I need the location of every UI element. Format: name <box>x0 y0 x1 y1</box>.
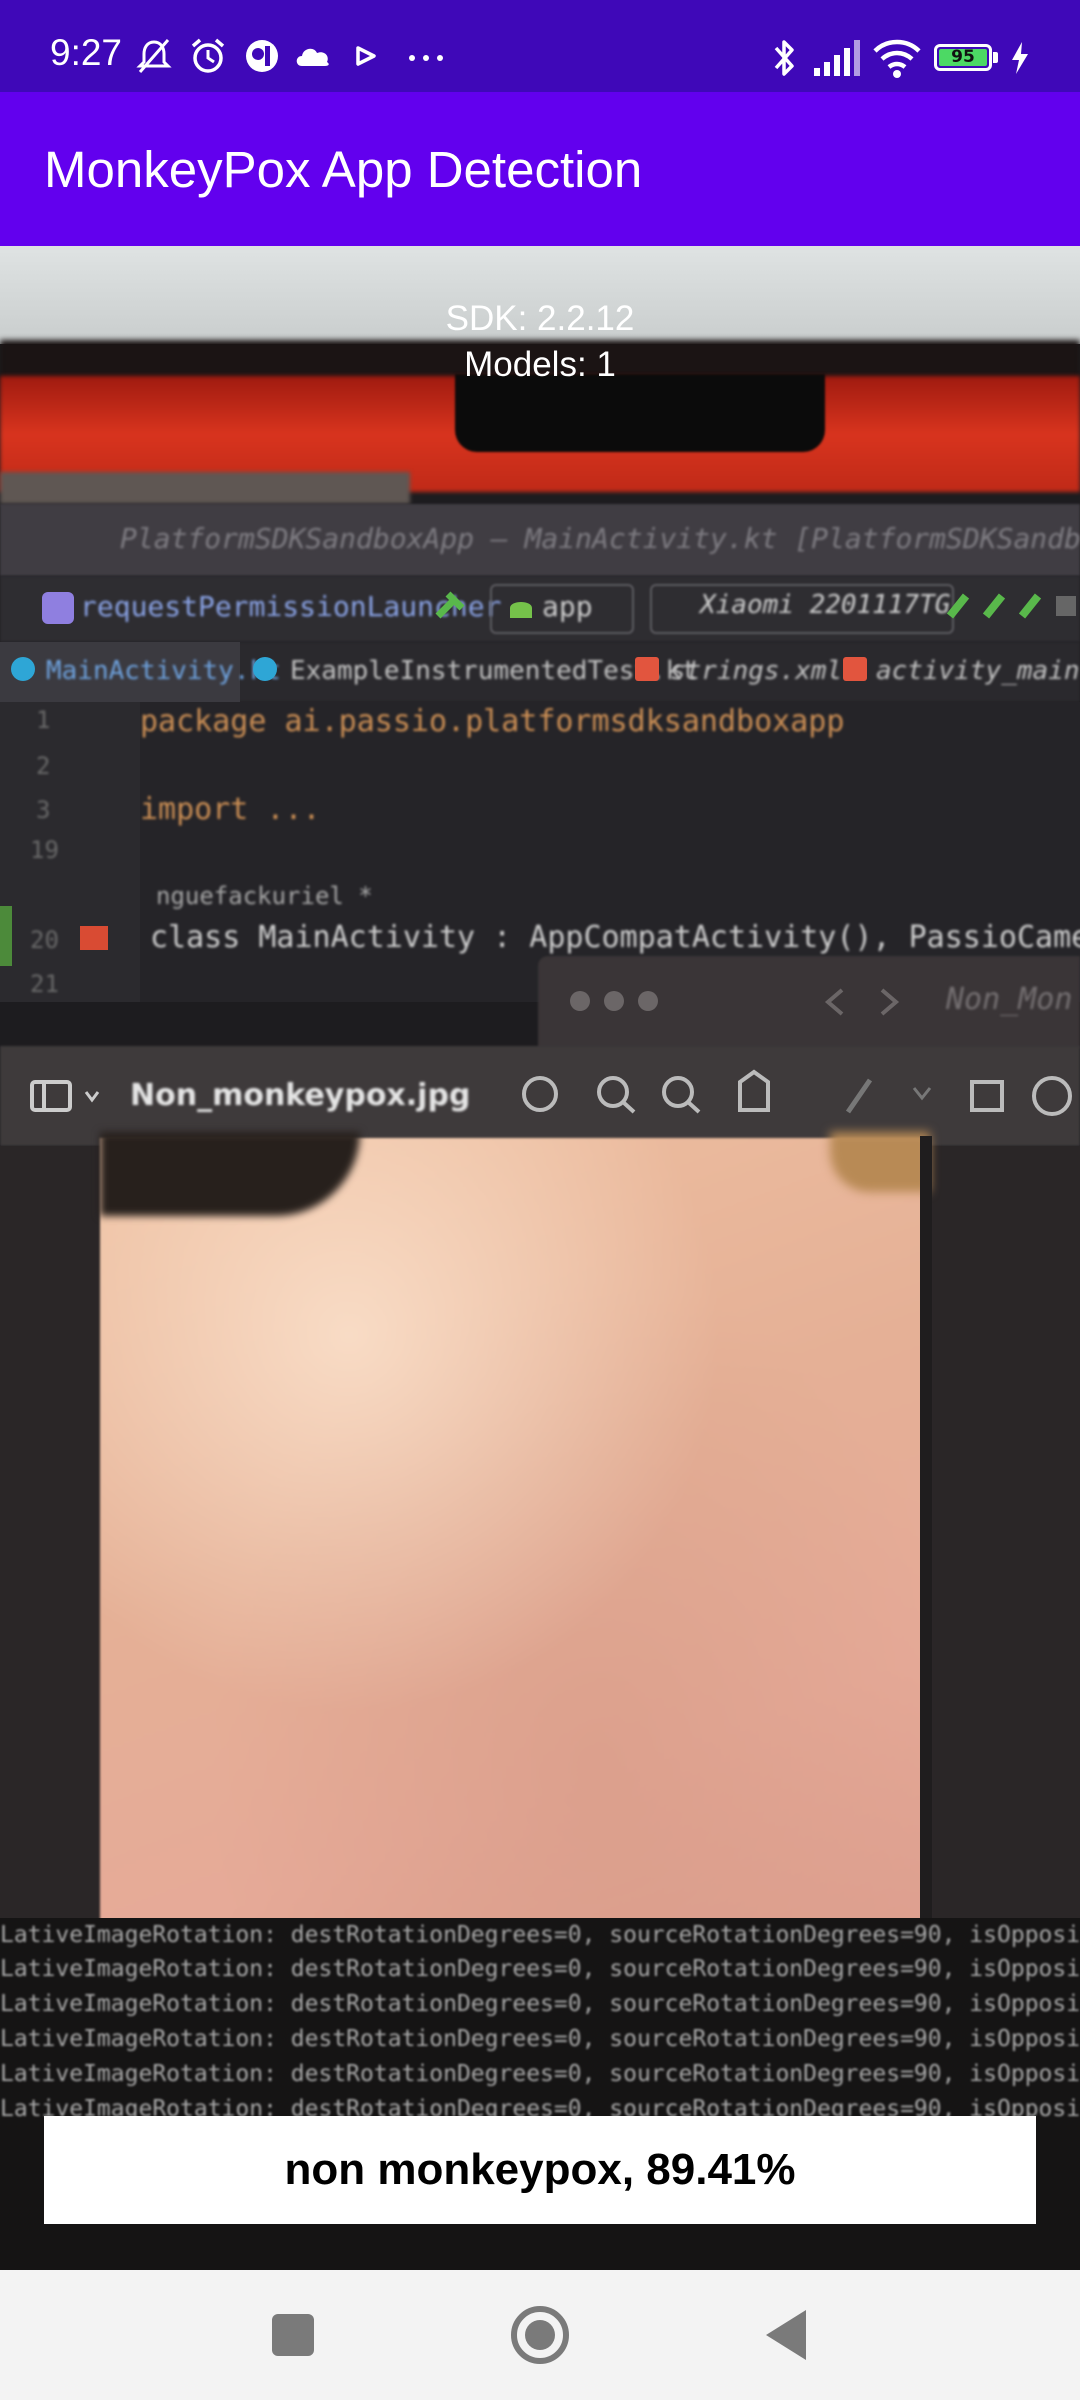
detection-result-box: non monkeypox, 89.41% <box>44 2116 1036 2224</box>
home-button[interactable] <box>505 2300 575 2370</box>
preview-window-title: Non_Mon <box>946 982 1073 1017</box>
viewer-tool-icons <box>522 1069 1072 1116</box>
xml-file-icon <box>843 657 867 681</box>
cloud-icon <box>296 48 329 66</box>
line-number: 1 <box>36 706 51 734</box>
tab-file-icon <box>11 657 35 681</box>
status-time: 9:27 <box>50 32 123 73</box>
sidebar-toggle-icon <box>30 1080 100 1112</box>
android-icon <box>510 602 532 618</box>
code-line: package ai.passio.platformsdksandboxapp <box>140 704 845 739</box>
camera-preview: PlatformSDKSandboxApp – MainActivity.kt … <box>0 246 1080 2270</box>
log-line: LativeImageRotation: destRotationDegrees… <box>0 2061 1080 2087</box>
class-marker-icon <box>80 926 108 950</box>
app-bar: MonkeyPox App Detection <box>0 92 1080 246</box>
code-line: class MainActivity : AppCompatActivity()… <box>150 920 1080 955</box>
mute-icon <box>136 39 172 73</box>
play-icon <box>356 46 376 66</box>
battery-icon: 95 <box>934 44 992 71</box>
signal-icon <box>814 40 860 76</box>
wifi-icon <box>873 39 921 78</box>
ide-window-title: PlatformSDKSandboxApp – MainActivity.kt … <box>120 522 1080 555</box>
line-number: 19 <box>30 836 59 864</box>
preview-file-name: Non_monkeypox.jpg <box>130 1078 471 1113</box>
bluetooth-icon <box>774 40 794 76</box>
line-number: 2 <box>36 752 51 780</box>
code-line: import ... <box>140 792 321 827</box>
log-line: LativeImageRotation: destRotationDegrees… <box>0 1991 1080 2017</box>
log-line: LativeImageRotation: destRotationDegrees… <box>0 2026 1080 2052</box>
hammer-icon <box>435 591 465 619</box>
back-button[interactable] <box>752 2300 822 2370</box>
line-number: 20 <box>30 926 59 954</box>
models-count-label: Models: 1 <box>464 345 616 384</box>
recent-apps-button[interactable] <box>258 2300 328 2370</box>
app-title: MonkeyPox App Detection <box>44 141 643 198</box>
detection-result-label: non monkeypox, 89.41% <box>284 2145 796 2194</box>
tab-main-activity: MainActivity.kt <box>46 656 281 686</box>
more-dots-icon <box>409 55 443 61</box>
app-icon <box>246 40 278 72</box>
xml-file-icon <box>635 657 659 681</box>
author-hint: nguefackuriel * <box>156 882 373 910</box>
nav-arrows-icon <box>824 988 900 1016</box>
charging-icon <box>1012 42 1028 74</box>
battery-level: 95 <box>951 47 975 67</box>
tab-activity-main: activity_main.xml <box>876 656 1080 686</box>
run-icons <box>946 593 1076 619</box>
window-controls-icon <box>570 991 658 1011</box>
kotlin-file-icon <box>42 592 74 624</box>
line-number: 3 <box>36 796 51 824</box>
skin-photo <box>100 1138 930 1926</box>
log-line: LativeImageRotation: destRotationDegrees… <box>0 1922 1080 1948</box>
sdk-version-label: SDK: 2.2.12 <box>445 299 635 338</box>
navigation-bar <box>0 2270 1080 2400</box>
line-number: 21 <box>30 970 59 998</box>
alarm-icon <box>191 38 225 73</box>
device-label: Xiaomi 2201117TG <box>700 590 951 620</box>
tab-file-icon <box>253 657 277 681</box>
status-bar: 9:27 95 <box>0 0 1080 92</box>
log-line: LativeImageRotation: destRotationDegrees… <box>0 1956 1080 1982</box>
run-config-label: app <box>542 590 593 623</box>
tab-strings: strings.xml <box>670 656 843 686</box>
